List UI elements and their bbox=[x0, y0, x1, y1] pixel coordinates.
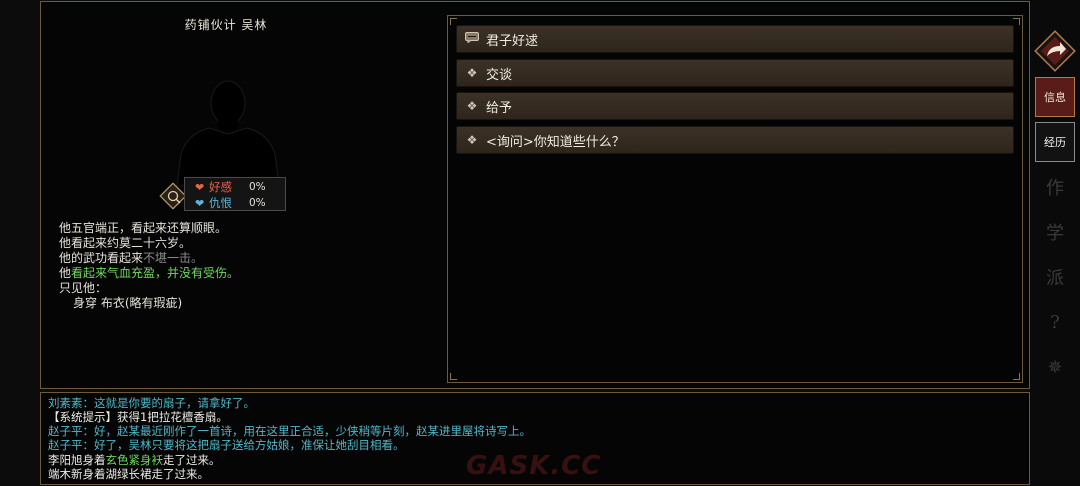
description-equipment-heading: 只见他： bbox=[59, 281, 108, 295]
frame-corner bbox=[450, 373, 457, 380]
description-age: 他看起来约莫二十六岁。 bbox=[59, 236, 192, 250]
health-status: 看起来气血充盈，并没有受伤。 bbox=[71, 266, 240, 280]
martial-status: 不堪一击。 bbox=[143, 251, 204, 265]
log-text: 李阳旭身着 bbox=[48, 453, 106, 467]
diamond-icon: ❖ bbox=[466, 66, 478, 80]
red-heart-icon: ❤ bbox=[195, 180, 205, 194]
option-label: 君子好逑 bbox=[486, 33, 539, 49]
log-line-system: 【系统提示】获得1把拉花檀香扇。 bbox=[48, 410, 228, 424]
favor-label: 好感 bbox=[209, 180, 232, 194]
return-arrow-icon[interactable] bbox=[1033, 30, 1077, 72]
blue-heart-icon: ❤ bbox=[195, 196, 205, 210]
log-line: 刘素素：这就是你要的扇子，请拿好了。 bbox=[48, 396, 255, 410]
description-health: 他看起来气血充盈，并没有受伤。 bbox=[59, 266, 429, 281]
npc-title: 药铺伙计 吴林 bbox=[184, 18, 268, 32]
relationship-emblem-icon bbox=[159, 182, 187, 210]
option-court[interactable]: 君子好逑 bbox=[456, 25, 1014, 53]
faded-learn-icon: 学 bbox=[1046, 223, 1064, 244]
hatred-value: 0% bbox=[249, 197, 266, 209]
faded-skill-icon: 作 bbox=[1046, 178, 1064, 199]
description-martial: 他的武功看起来不堪一击。 bbox=[59, 251, 429, 266]
option-ask[interactable]: ❖ <询问>你知道些什么？ bbox=[456, 126, 1014, 154]
log-line: 赵子平：好了，吴林只要将这把扇子送给方姑娘，准保让她刮目相看。 bbox=[48, 438, 405, 452]
option-give[interactable]: ❖ 给予 bbox=[456, 92, 1014, 120]
info-tab-button[interactable]: 信息 bbox=[1035, 77, 1075, 117]
experience-tab-button[interactable]: 经历 bbox=[1035, 122, 1075, 162]
option-label: 交谈 bbox=[486, 67, 513, 83]
description-clothing: 身穿 布衣(略有瑕疵) bbox=[73, 296, 183, 310]
dialogue-options-panel: 君子好逑 ❖ 交谈 ❖ 给予 ❖ <询问>你知道些什么？ bbox=[447, 15, 1023, 383]
hatred-row: ❤ 仇恨 0% bbox=[195, 195, 266, 211]
watermark: GASK.CC bbox=[466, 451, 602, 481]
faded-help-icon: ? bbox=[1050, 311, 1060, 333]
frame-corner bbox=[1013, 18, 1020, 25]
log-text: 走了过来。 bbox=[163, 453, 221, 467]
frame-corner bbox=[1013, 373, 1020, 380]
option-talk[interactable]: ❖ 交谈 bbox=[456, 59, 1014, 87]
description-appearance: 他五官端正，看起来还算顺眼。 bbox=[59, 221, 228, 235]
martial-prefix: 他的武功看起来 bbox=[59, 251, 144, 265]
npc-panel: 药铺伙计 吴林 ❤ 好感 0% ❤ 仇恨 0% 他五官端正，看起来还算顺眼。 他… bbox=[40, 1, 1030, 389]
option-label: 给予 bbox=[486, 100, 513, 116]
diamond-icon: ❖ bbox=[466, 99, 478, 113]
favor-value: 0% bbox=[249, 181, 266, 193]
favor-row: ❤ 好感 0% bbox=[195, 179, 266, 195]
option-label: <询问>你知道些什么？ bbox=[486, 134, 625, 150]
right-sidebar: 信息 经历 作 学 派 ? ✵ bbox=[1030, 0, 1080, 486]
relationship-stats: ❤ 好感 0% ❤ 仇恨 0% bbox=[184, 177, 286, 211]
faded-settings-icon: ✵ bbox=[1047, 356, 1063, 378]
npc-description: 他五官端正，看起来还算顺眼。 他看起来约莫二十六岁。 他的武功看起来不堪一击。 … bbox=[59, 221, 429, 311]
log-line: 赵子平：好，赵某最近刚作了一首诗，用在这里正合适，少侠稍等片刻，赵某进里屋将诗写… bbox=[48, 424, 531, 438]
chat-bubble-icon bbox=[464, 32, 480, 46]
diamond-icon: ❖ bbox=[466, 133, 478, 147]
frame-corner bbox=[450, 18, 457, 25]
log-item-highlight: 玄色紧身袄 bbox=[105, 453, 164, 467]
npc-portrait-silhouette bbox=[176, 80, 280, 186]
hatred-label: 仇恨 bbox=[209, 196, 232, 210]
faded-sect-icon: 派 bbox=[1046, 268, 1064, 289]
log-line: 李阳旭身着玄色紧身袄走了过来。 bbox=[48, 453, 221, 467]
log-line: 端木新身着湖绿长裙走了过来。 bbox=[48, 467, 209, 481]
health-prefix: 他 bbox=[59, 266, 72, 280]
